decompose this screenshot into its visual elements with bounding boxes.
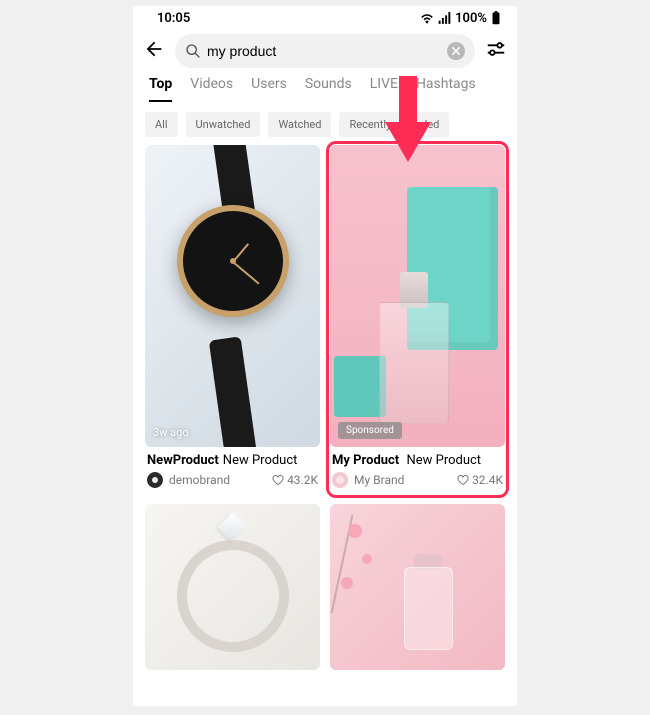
watch-illustration: [145, 145, 320, 447]
ring-illustration: [145, 504, 320, 671]
tab-hashtags[interactable]: Hashtags: [416, 76, 476, 102]
heart-icon: [457, 474, 469, 486]
search-row: [133, 30, 517, 76]
result-title: My Product New Product: [330, 447, 505, 470]
filter-chips-row: All Unwatched Watched Recently uploaded: [133, 102, 517, 145]
battery-percent: 100%: [455, 11, 487, 26]
filter-button[interactable]: [485, 38, 507, 64]
tab-videos[interactable]: Videos: [190, 76, 233, 102]
search-icon: [185, 43, 201, 59]
brand-name: My Brand: [354, 473, 404, 487]
result-tabs: Top Videos Users Sounds LIVE Hashtags: [133, 76, 517, 102]
phone-frame: 10:05 100% Top: [133, 6, 517, 706]
result-meta: My Brand 32.4K: [330, 470, 505, 494]
chip-watched[interactable]: Watched: [268, 112, 331, 137]
result-thumbnail: 3w ago: [145, 145, 320, 447]
tab-top[interactable]: Top: [149, 76, 172, 102]
avatar: [332, 472, 348, 488]
result-title: NewProductNew Product: [145, 447, 320, 470]
result-thumbnail: [330, 504, 505, 671]
result-card[interactable]: [330, 504, 505, 671]
tab-sounds[interactable]: Sounds: [305, 76, 352, 102]
result-card[interactable]: [145, 504, 320, 671]
wifi-icon: [420, 12, 434, 24]
result-card-sponsored[interactable]: Sponsored My Product New Product My Bran…: [330, 145, 505, 494]
signal-icon: [438, 12, 451, 24]
search-box[interactable]: [175, 34, 475, 68]
status-time: 10:05: [157, 11, 190, 26]
search-input[interactable]: [207, 43, 441, 59]
result-thumbnail: [145, 504, 320, 671]
sliders-icon: [485, 38, 507, 60]
result-meta: demobrand 43.2K: [145, 470, 320, 494]
result-thumbnail: Sponsored: [330, 145, 505, 447]
chip-all[interactable]: All: [145, 112, 178, 137]
time-badge: 3w ago: [153, 426, 189, 439]
bottle-illustration: [330, 504, 505, 671]
arrow-left-icon: [143, 38, 165, 60]
status-indicators: 100%: [420, 11, 501, 26]
perfume-illustration: [330, 145, 505, 447]
status-bar: 10:05 100%: [133, 6, 517, 30]
clear-search-button[interactable]: [447, 42, 465, 60]
battery-icon: [491, 11, 501, 25]
heart-icon: [272, 474, 284, 486]
chip-unwatched[interactable]: Unwatched: [186, 112, 261, 137]
chip-recently-uploaded[interactable]: Recently uploaded: [339, 112, 449, 137]
likes: 43.2K: [272, 473, 318, 487]
tab-users[interactable]: Users: [251, 76, 287, 102]
likes: 32.4K: [457, 473, 503, 487]
back-button[interactable]: [143, 38, 165, 64]
brand-name: demobrand: [169, 473, 230, 487]
close-icon: [452, 47, 460, 55]
tab-live[interactable]: LIVE: [370, 76, 398, 102]
result-card[interactable]: 3w ago NewProductNew Product demobrand 4…: [145, 145, 320, 494]
avatar: [147, 472, 163, 488]
results-grid: 3w ago NewProductNew Product demobrand 4…: [133, 145, 517, 670]
sponsored-badge: Sponsored: [338, 422, 402, 439]
